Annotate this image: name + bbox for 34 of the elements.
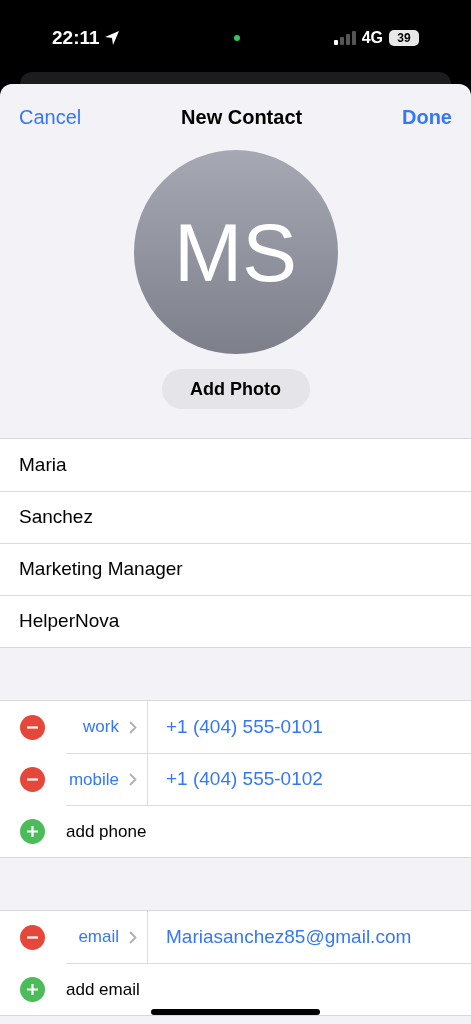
chevron-right-icon [129, 720, 137, 734]
remove-icon[interactable] [20, 766, 45, 792]
label-text: email [78, 926, 119, 949]
add-button[interactable]: add phone [66, 806, 147, 857]
network-type: 4G [361, 28, 383, 48]
battery-indicator: 39 [389, 30, 419, 46]
label-picker[interactable]: email [66, 911, 148, 963]
chevron-right-icon [129, 773, 137, 786]
add-icon[interactable] [20, 976, 45, 1002]
done-button[interactable]: Done [402, 102, 452, 132]
cancel-button[interactable]: Cancel [19, 102, 82, 132]
value-field[interactable]: +1 (404) 555-0102 [148, 754, 323, 805]
remove-icon[interactable] [20, 714, 45, 740]
name-field[interactable]: Maria [0, 439, 471, 491]
location-arrow-icon [103, 30, 120, 46]
sheet-title: New Contact [181, 105, 303, 130]
name-field[interactable]: Sanchez [0, 491, 471, 543]
label-text: mobile [68, 768, 119, 791]
value-field[interactable]: Mariasanchez85@gmail.com [148, 911, 412, 963]
name-field[interactable]: HelperNova [0, 595, 471, 647]
signal-icon [333, 31, 356, 45]
chevron-right-icon [129, 930, 137, 944]
clock-time: 22:11 [52, 25, 100, 50]
label-text: work [83, 716, 119, 739]
add-icon[interactable] [20, 818, 45, 844]
value-field[interactable]: +1 (404) 555-0101 [148, 701, 323, 753]
add-button[interactable]: add email [66, 964, 140, 1015]
avatar-initials: MS [133, 150, 338, 354]
label-picker[interactable]: work [66, 701, 148, 753]
remove-icon[interactable] [20, 924, 45, 950]
camera-indicator-icon [233, 35, 240, 41]
add-photo-button[interactable]: Add Photo [161, 369, 310, 409]
name-field[interactable]: Marketing Manager [0, 543, 471, 595]
label-picker[interactable]: mobile [66, 754, 148, 805]
